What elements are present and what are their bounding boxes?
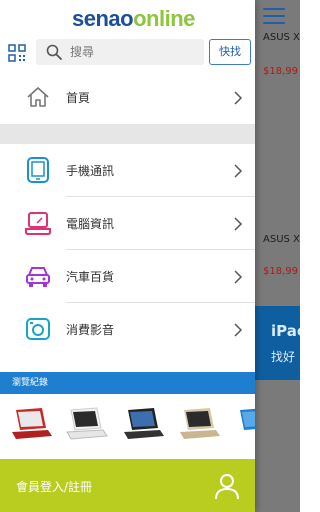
logo-part2: online (133, 6, 195, 31)
menu-item-computers[interactable]: 電腦資訊 (0, 198, 255, 250)
search-input[interactable]: 搜尋 (36, 39, 204, 65)
menu-item-label: 首頁 (66, 91, 91, 105)
spacer (0, 356, 255, 372)
menu-item-media[interactable]: 消費影音 (0, 304, 255, 356)
member-login-bar[interactable]: 會員登入/註冊 (0, 459, 255, 512)
promo-banner[interactable]: iPac 找好 (255, 306, 300, 380)
product-thumbnail[interactable] (232, 406, 255, 442)
divider (66, 302, 255, 303)
qr-scan-icon[interactable] (8, 44, 26, 62)
product-price: $18,99 (263, 266, 298, 277)
search-row: 搜尋 快找 (0, 38, 255, 68)
menu-item-auto[interactable]: 汽車百貨 (0, 251, 255, 303)
product-thumbnail[interactable] (63, 406, 109, 442)
product-price: $18,99 (263, 66, 298, 77)
product-thumbnail[interactable] (8, 406, 54, 442)
phone-icon (27, 157, 49, 183)
divider (66, 196, 255, 197)
login-label: 會員登入/註冊 (16, 480, 93, 494)
camera-icon (26, 318, 50, 340)
divider (66, 249, 255, 250)
menu-item-home[interactable]: 首頁 (0, 72, 255, 124)
section-divider (0, 124, 255, 144)
chevron-right-icon (234, 323, 243, 337)
search-placeholder: 搜尋 (70, 45, 95, 59)
car-icon (26, 267, 50, 287)
quick-find-button[interactable]: 快找 (209, 39, 251, 65)
logo[interactable]: senaoonline (72, 6, 232, 32)
user-icon (215, 474, 239, 500)
product-title[interactable]: ASUS X5 (263, 32, 300, 43)
product-title[interactable]: ASUS X5 (263, 234, 300, 245)
recently-viewed-header: 瀏覽紀錄 (0, 372, 255, 394)
logo-part1: senao (72, 6, 134, 31)
chevron-right-icon (234, 91, 243, 105)
banner-title: iPac (271, 322, 300, 340)
chevron-right-icon (234, 217, 243, 231)
menu-item-label: 汽車百貨 (66, 270, 115, 284)
menu-item-phones[interactable]: 手機通訊 (0, 145, 255, 197)
recently-viewed-strip[interactable] (0, 394, 255, 458)
home-icon (27, 87, 49, 107)
chevron-right-icon (234, 270, 243, 284)
background-page: ASUS X5 $18,99 ASUS X5 $18,99 iPac 找好 (255, 0, 300, 512)
chevron-right-icon (234, 164, 243, 178)
menu-item-label: 消費影音 (66, 323, 115, 337)
side-drawer: senaoonline 搜尋 快找 首頁 手機通訊 電腦資訊 汽車百貨 消費影音… (0, 0, 255, 512)
menu-item-label: 手機通訊 (66, 164, 115, 178)
banner-subtitle: 找好 (271, 350, 296, 364)
product-thumbnail[interactable] (120, 406, 166, 442)
hamburger-menu-icon[interactable] (263, 8, 285, 26)
search-icon (46, 44, 62, 60)
menu-item-label: 電腦資訊 (66, 217, 115, 231)
product-thumbnail[interactable] (176, 406, 222, 442)
laptop-icon (25, 212, 51, 235)
